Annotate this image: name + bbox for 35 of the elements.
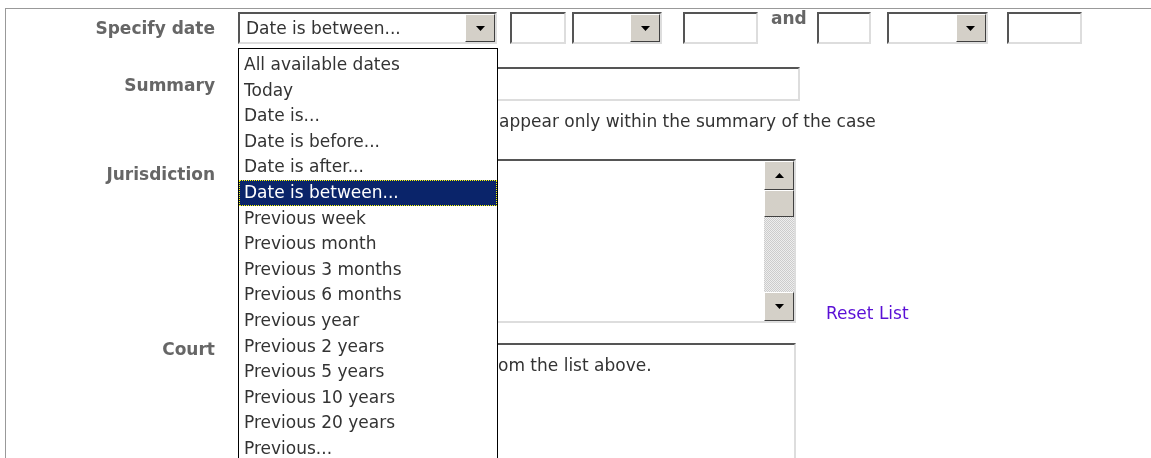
input-field[interactable] bbox=[1006, 12, 1082, 44]
dropdown-option[interactable]: Previous 20 years bbox=[239, 410, 497, 436]
dropdown[interactable] bbox=[886, 12, 988, 44]
dropdown-option[interactable]: Previous month bbox=[239, 231, 497, 257]
field-label: Specify date bbox=[94, 17, 216, 40]
dropdown[interactable]: Date is between... bbox=[238, 12, 497, 44]
dropdown-option[interactable]: Previous year bbox=[239, 307, 497, 334]
scrollbar[interactable] bbox=[764, 161, 794, 321]
scroll-down-icon[interactable] bbox=[764, 292, 794, 321]
field-label: Jurisdiction bbox=[104, 163, 216, 184]
input-field[interactable] bbox=[683, 12, 758, 44]
scroll-thumb[interactable] bbox=[764, 190, 794, 217]
dropdown-option[interactable]: Previous 5 years bbox=[239, 359, 497, 385]
input-field[interactable] bbox=[816, 12, 871, 44]
list-text: om the list above. bbox=[498, 355, 652, 375]
dropdown-option[interactable]: Today bbox=[239, 77, 497, 104]
hint-text: appear only within the summary of the case bbox=[499, 111, 876, 131]
field-label: Summary bbox=[123, 74, 216, 95]
dropdown-option[interactable]: Previous... bbox=[239, 435, 497, 458]
field-label: Court bbox=[161, 339, 216, 359]
dropdown-option[interactable]: Previous week bbox=[239, 205, 497, 232]
connector-label: and bbox=[771, 8, 807, 28]
dropdown[interactable] bbox=[572, 12, 662, 44]
scroll-up-icon[interactable] bbox=[764, 161, 794, 190]
dropdown-option[interactable]: Date is... bbox=[239, 103, 497, 129]
dropdown-option[interactable]: All available dates bbox=[239, 52, 497, 78]
reset-list-link[interactable]: Reset List bbox=[826, 303, 909, 323]
dropdown-option[interactable]: Previous 6 months bbox=[239, 282, 497, 308]
dropdown-option[interactable]: Previous 2 years bbox=[239, 333, 497, 360]
dropdown-option[interactable]: Date is after... bbox=[239, 154, 497, 180]
input-field[interactable] bbox=[510, 12, 566, 44]
dropdown-option[interactable]: Date is before... bbox=[239, 128, 497, 155]
dropdown-option[interactable]: Date is between... bbox=[239, 179, 497, 206]
dropdown-option[interactable]: Previous 3 months bbox=[239, 256, 497, 283]
dropdown-option[interactable]: Previous 10 years bbox=[239, 384, 497, 411]
